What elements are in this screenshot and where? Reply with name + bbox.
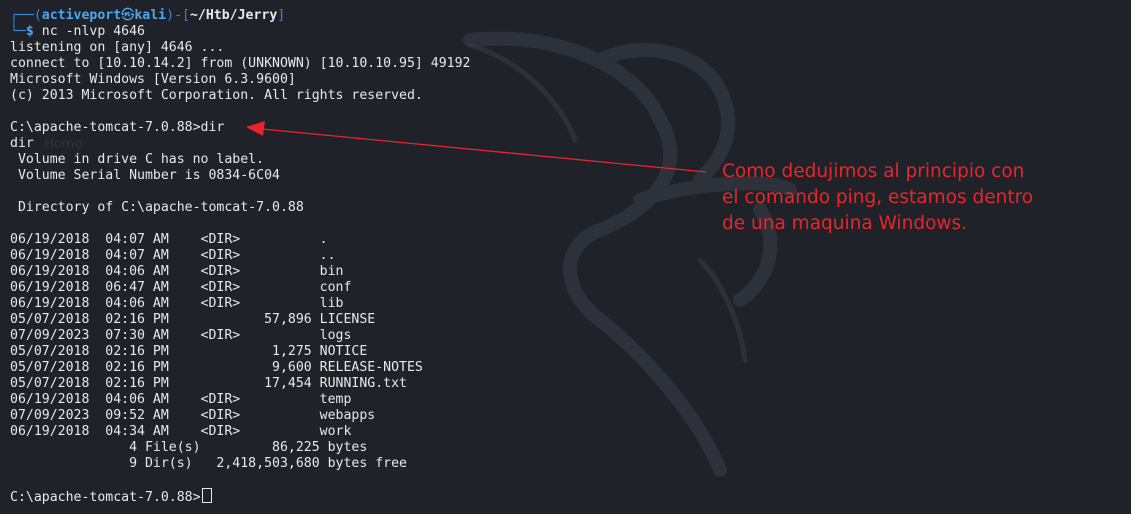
annotation-line: el comando ping, estamos dentro (722, 187, 1034, 208)
listing-row: 06/19/2018 04:06 AM <DIR> lib (10, 296, 344, 311)
files-summary-line: 4 File(s) 86,225 bytes (10, 440, 368, 455)
volume-label-line: Volume in drive C has no label. (10, 152, 265, 167)
annotation-line: de una maquina Windows. (722, 213, 968, 234)
dir-echo-line: dir (10, 136, 34, 151)
listing-row: 05/07/2018 02:16 PM 1,275 NOTICE (10, 344, 368, 359)
directory-of-line: Directory of C:\apache-tomcat-7.0.88 (10, 200, 304, 215)
listing-row: 06/19/2018 04:06 AM <DIR> temp (10, 392, 352, 407)
listen-line: listening on [any] 4646 ... (10, 40, 225, 55)
listing-row: 06/19/2018 04:06 AM <DIR> bin (10, 264, 344, 279)
final-prompt: C:\apache-tomcat-7.0.88> (10, 490, 201, 505)
prompt-user: activeport (41, 8, 122, 23)
text-cursor (201, 488, 212, 503)
listing-row: 05/07/2018 02:16 PM 9,600 RELEASE-NOTES (10, 360, 423, 375)
terminal-window[interactable]: Home ┌──(activeport㉿kali)-[~/Htb/Jerry] … (0, 0, 1131, 514)
windows-version-line: Microsoft Windows [Version 6.3.9600] (10, 72, 296, 87)
prompt-command-line: └─$ nc -nlvp 4646 (10, 24, 145, 39)
volume-serial-line: Volume Serial Number is 0834-6C04 (10, 168, 280, 183)
prompt-host: kali (134, 8, 167, 23)
listing-row: 06/19/2018 04:07 AM <DIR> . (10, 232, 328, 247)
prompt-header-line: ┌──(activeport㉿kali)-[~/Htb/Jerry] (10, 8, 286, 23)
listing-row: 06/19/2018 04:34 AM <DIR> work (10, 424, 352, 439)
listing-row: 07/09/2023 09:52 AM <DIR> webapps (10, 408, 376, 423)
annotation-note: Como dedujimos al principio con el coman… (722, 159, 1122, 237)
faint-background-text: Home (44, 137, 83, 152)
prompt-command: nc -nlvp 4646 (41, 24, 145, 39)
listing-row: 05/07/2018 02:16 PM 17,454 RUNNING.txt (10, 376, 407, 391)
listing-row: 06/19/2018 04:07 AM <DIR> .. (10, 248, 336, 263)
listing-row: 06/19/2018 06:47 AM <DIR> conf (10, 280, 352, 295)
connect-line: connect to [10.10.14.2] from (UNKNOWN) [… (10, 56, 471, 71)
prompt-path: ~/Htb/Jerry (189, 8, 278, 23)
dir-command-line: C:\apache-tomcat-7.0.88>dir (10, 120, 225, 135)
annotation-line: Como dedujimos al principio con (722, 161, 1025, 182)
listing-row: 07/09/2023 07:30 AM <DIR> logs (10, 328, 352, 343)
dirs-summary-line: 9 Dir(s) 2,418,503,680 bytes free (10, 456, 407, 471)
kali-skull-icon: ㉿ (121, 8, 135, 23)
copyright-line: (c) 2013 Microsoft Corporation. All righ… (10, 88, 423, 103)
final-prompt-line[interactable]: C:\apache-tomcat-7.0.88> (10, 488, 212, 505)
listing-row: 05/07/2018 02:16 PM 57,896 LICENSE (10, 312, 376, 327)
